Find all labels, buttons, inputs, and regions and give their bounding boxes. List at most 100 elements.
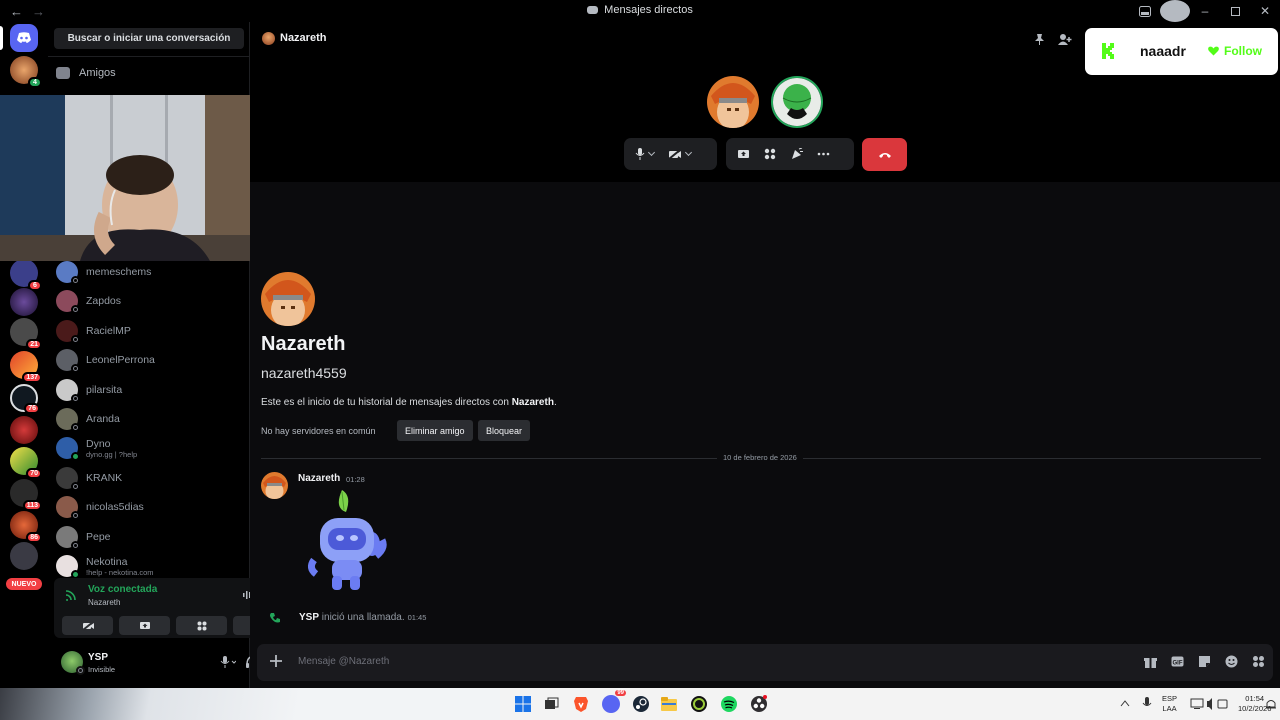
server-icon[interactable]: 21 [10, 318, 42, 350]
message-composer: Mensaje @Nazareth GIF [257, 644, 1273, 681]
dm-name: Pepe [86, 531, 111, 543]
server-icon[interactable] [10, 416, 38, 444]
gift-icon[interactable] [1144, 655, 1157, 668]
server-icon[interactable] [10, 288, 38, 316]
main-content: Nazareth naaadr Follow Nazareth nazareth… [250, 22, 1280, 688]
inbox-icon[interactable] [1130, 0, 1160, 22]
dm-list-item[interactable]: KRANK [56, 464, 244, 492]
message-input[interactable]: Mensaje @Nazareth [298, 656, 389, 667]
server-icon[interactable]: 70 [10, 447, 42, 479]
status-indicator [71, 276, 80, 285]
discord-taskbar-icon[interactable]: 99 [602, 690, 626, 713]
microphone-tray-icon[interactable] [1142, 697, 1152, 710]
close-button[interactable]: ✕ [1250, 0, 1280, 22]
voice-channel[interactable]: Nazareth [88, 598, 120, 607]
dm-name: Aranda [86, 413, 120, 425]
plus-icon[interactable] [268, 653, 284, 669]
minimize-button[interactable]: – [1190, 0, 1220, 22]
header-title[interactable]: Nazareth [280, 32, 326, 44]
profile-avatar[interactable] [261, 272, 315, 326]
friends-icon [56, 67, 70, 79]
date-divider-label: 10 de febrero de 2026 [717, 453, 803, 462]
task-view-icon[interactable] [542, 695, 560, 713]
server-icon[interactable]: 76 [10, 384, 40, 414]
chevron-down-icon[interactable] [647, 148, 656, 157]
caller-avatar[interactable] [707, 76, 759, 128]
share-screen-button[interactable] [732, 142, 755, 166]
kick-follow-button[interactable]: Follow [1208, 44, 1262, 58]
home-button[interactable] [10, 24, 38, 52]
wumpus-sticker[interactable] [302, 488, 392, 596]
phone-call-icon [270, 613, 280, 623]
share-screen-button[interactable] [119, 616, 170, 635]
audio-video-controls [624, 138, 717, 170]
dm-list-item[interactable]: Nekotina !help - nekotina.com [56, 552, 244, 580]
dm-list-item[interactable]: RacielMP [56, 317, 244, 345]
microphone-icon[interactable] [220, 656, 236, 668]
dm-list-item[interactable]: Zapdos [56, 287, 244, 315]
dm-list-item[interactable]: Pepe [56, 523, 244, 551]
mute-button[interactable] [630, 142, 659, 166]
block-button[interactable]: Bloquear [478, 420, 531, 441]
participant-avatar[interactable] [771, 76, 823, 128]
message-author[interactable]: Nazareth [298, 473, 340, 484]
search-conversation-button[interactable]: Buscar o iniciar una conversación [54, 28, 244, 49]
windows-start-icon[interactable] [514, 695, 532, 713]
dm-list-item[interactable]: pilarsita [56, 376, 244, 404]
dm-avatar [56, 408, 80, 432]
server-icon[interactable]: 86 [10, 511, 42, 543]
message-avatar[interactable] [261, 472, 288, 499]
server-icon[interactable]: 113 [10, 479, 42, 511]
soundboard-button[interactable] [785, 142, 808, 166]
server-icon[interactable]: 137 [10, 351, 42, 383]
apps-icon[interactable] [1252, 655, 1265, 668]
voice-status[interactable]: Voz conectada [88, 584, 157, 595]
steam-icon[interactable] [632, 695, 650, 713]
header-avatar [262, 32, 275, 45]
window-title: Mensajes directos [0, 4, 1280, 16]
add-friend-icon[interactable] [1058, 33, 1072, 45]
system-tray-icons[interactable] [1190, 698, 1228, 710]
pin-icon[interactable] [1033, 33, 1045, 45]
dm-avatar-shortcut[interactable]: 4 [10, 56, 42, 88]
profile-display-name: Nazareth [261, 333, 346, 355]
dm-list-item[interactable]: Aranda [56, 405, 244, 433]
profile-username: nazareth4559 [261, 365, 347, 381]
remove-friend-button[interactable]: Eliminar amigo [397, 420, 473, 441]
friends-nav[interactable]: Amigos [56, 62, 116, 84]
emoji-icon[interactable] [1225, 655, 1238, 668]
dm-list-item[interactable]: memeschems [56, 258, 244, 286]
help-icon[interactable]: ? [1160, 0, 1190, 22]
language-indicator[interactable]: ESP LAA [1162, 694, 1177, 714]
user-name[interactable]: YSP [88, 652, 108, 663]
maximize-button[interactable] [1220, 0, 1250, 22]
spotify-icon[interactable] [720, 695, 738, 713]
camera-off-button[interactable] [62, 616, 113, 635]
chevron-down-icon[interactable] [684, 148, 693, 157]
gif-icon[interactable]: GIF [1171, 655, 1184, 668]
more-options-button[interactable] [812, 142, 835, 166]
chevron-up-icon[interactable] [1120, 699, 1130, 707]
kick-logo-icon [1102, 43, 1114, 59]
dm-list-item[interactable]: Dyno dyno.gg | ?help [56, 434, 244, 462]
sticker-icon[interactable] [1198, 655, 1211, 668]
obs-studio-icon[interactable] [750, 695, 768, 713]
status-indicator [71, 452, 80, 461]
dm-icon [587, 6, 599, 15]
activities-button[interactable] [176, 616, 227, 635]
dm-avatar [56, 261, 80, 285]
activities-button[interactable] [759, 142, 781, 166]
hang-up-button[interactable] [862, 138, 907, 171]
status-indicator [71, 511, 80, 520]
camera-button[interactable] [663, 142, 696, 166]
notifications-icon[interactable] [1265, 698, 1277, 710]
file-explorer-icon[interactable] [660, 695, 678, 713]
dm-list-item[interactable]: nicolas5dias [56, 493, 244, 521]
screen-share-icon [738, 149, 749, 158]
dm-list-item[interactable]: LeonelPerrona [56, 346, 244, 374]
brave-browser-icon[interactable] [572, 695, 590, 713]
xbox-app-icon[interactable] [690, 695, 708, 713]
server-icon[interactable]: 6 [10, 259, 42, 291]
camera-off-icon [668, 148, 681, 160]
server-icon[interactable] [10, 542, 38, 570]
